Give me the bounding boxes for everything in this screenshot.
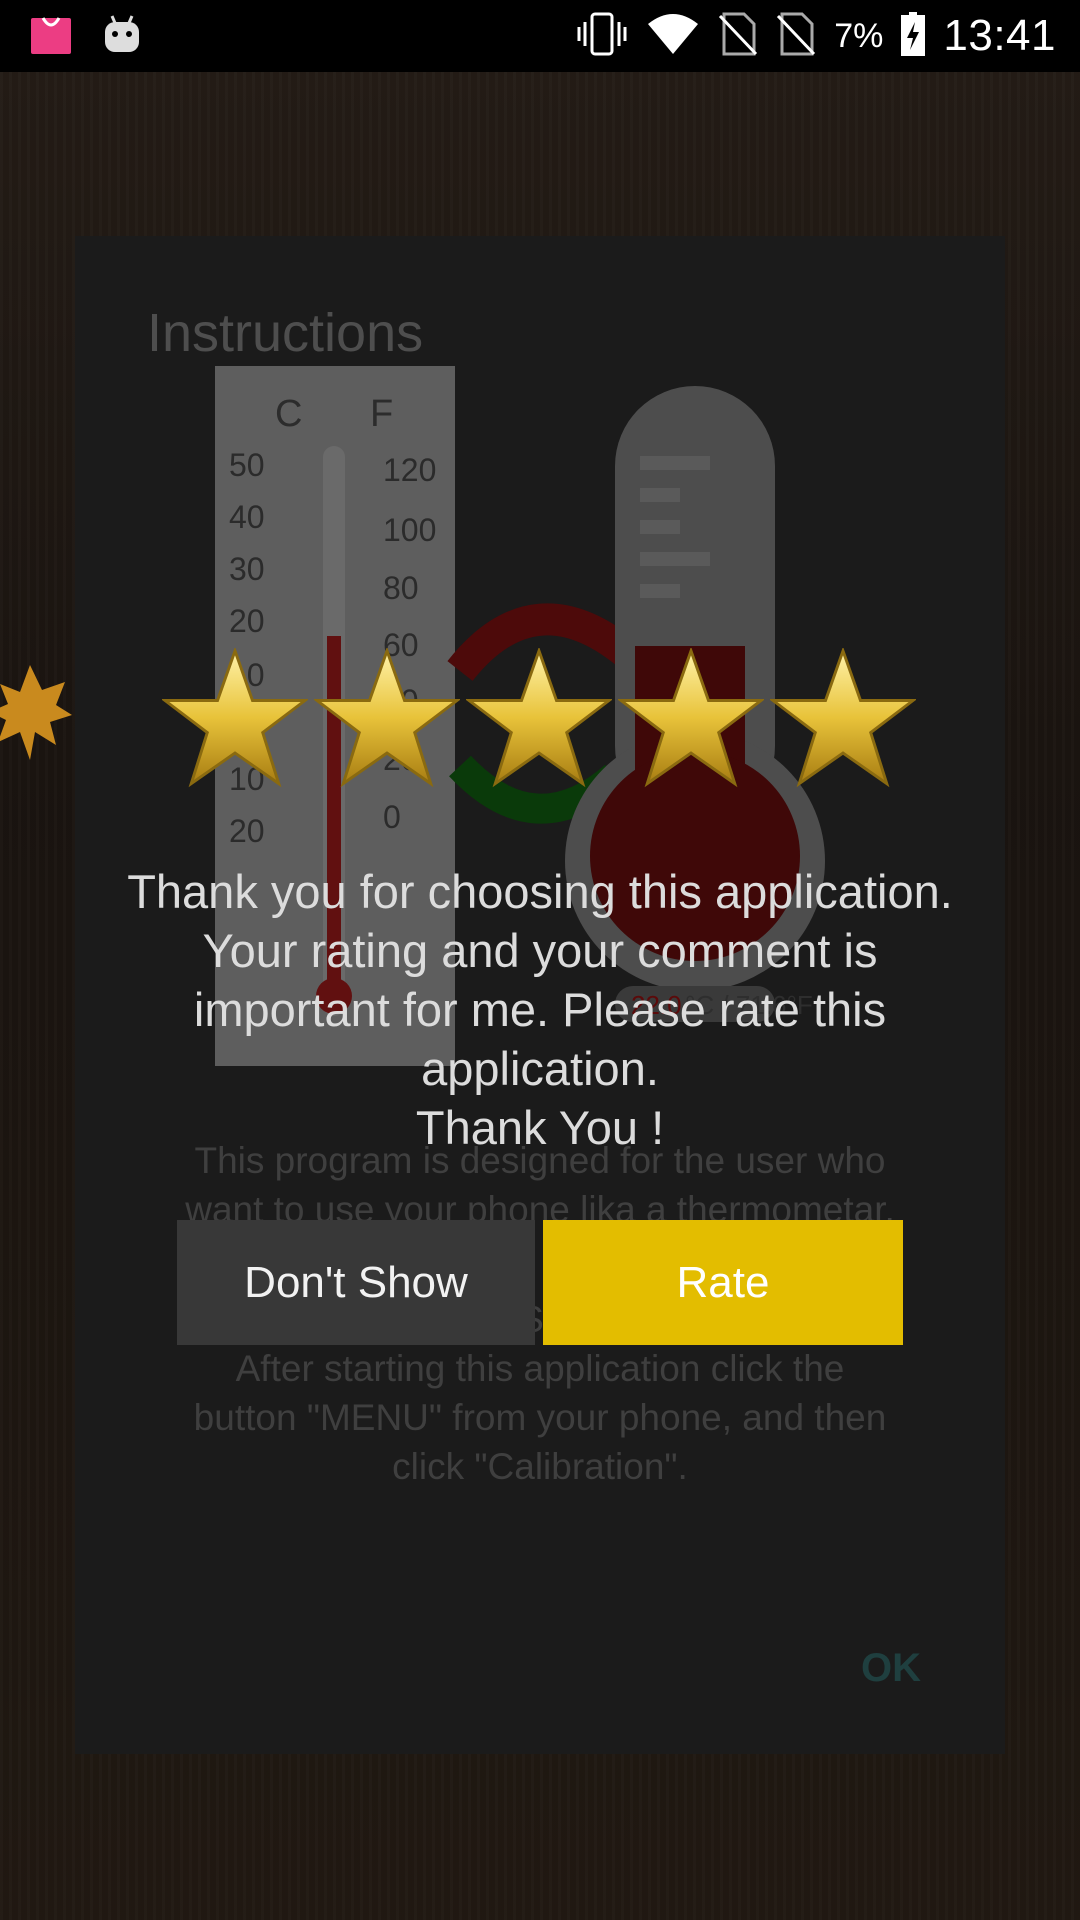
battery-charging-icon xyxy=(901,11,926,61)
f-tick: 80 xyxy=(383,570,419,606)
ok-button[interactable]: OK xyxy=(861,1646,921,1691)
wifi-icon xyxy=(646,12,700,61)
clock: 13:41 xyxy=(943,11,1056,60)
rating-message-line: important for me. Please rate this xyxy=(193,983,887,1036)
vibrate-icon xyxy=(576,12,628,61)
c-tick: 20 xyxy=(229,603,265,639)
star-icon[interactable] xyxy=(618,648,764,788)
maple-leaf-icon xyxy=(0,660,75,775)
instructions-line: button "MENU" from your phone, and then xyxy=(193,1397,887,1438)
f-tick: 100 xyxy=(383,512,436,548)
rating-message-line: Thank you for choosing this application. xyxy=(127,865,953,918)
rating-stars[interactable] xyxy=(162,648,916,788)
dont-show-button[interactable]: Don't Show xyxy=(177,1220,535,1345)
android-icon xyxy=(102,14,142,59)
star-icon[interactable] xyxy=(162,648,308,788)
c-tick: 20 xyxy=(229,813,265,849)
c-tick: 50 xyxy=(229,447,265,483)
c-tick: 30 xyxy=(229,551,265,587)
scale-f: F xyxy=(370,393,393,435)
shopping-bag-icon xyxy=(30,14,72,59)
battery-percent: 7% xyxy=(834,16,884,55)
f-tick: 0 xyxy=(383,799,401,835)
instructions-line: After starting this application click th… xyxy=(235,1348,845,1389)
rating-message-line: application. xyxy=(421,1042,659,1095)
rating-message-line: Your rating and your comment is xyxy=(202,924,878,977)
no-sim-icon xyxy=(776,12,816,61)
star-icon[interactable] xyxy=(770,648,916,788)
instructions-line: click "Calibration". xyxy=(392,1446,688,1487)
star-icon[interactable] xyxy=(466,648,612,788)
rate-button[interactable]: Rate xyxy=(543,1220,903,1345)
status-bar: 7% 13:41 xyxy=(0,0,1080,72)
rating-message-line: Thank You ! xyxy=(415,1101,665,1154)
scale-c: C xyxy=(275,393,302,435)
no-sim-icon xyxy=(718,12,758,61)
instructions-title: Instructions xyxy=(147,303,424,363)
c-tick: 40 xyxy=(229,499,265,535)
f-tick: 120 xyxy=(383,452,436,488)
rating-message: Thank you for choosing this application.… xyxy=(40,862,1040,1157)
star-icon[interactable] xyxy=(314,648,460,788)
